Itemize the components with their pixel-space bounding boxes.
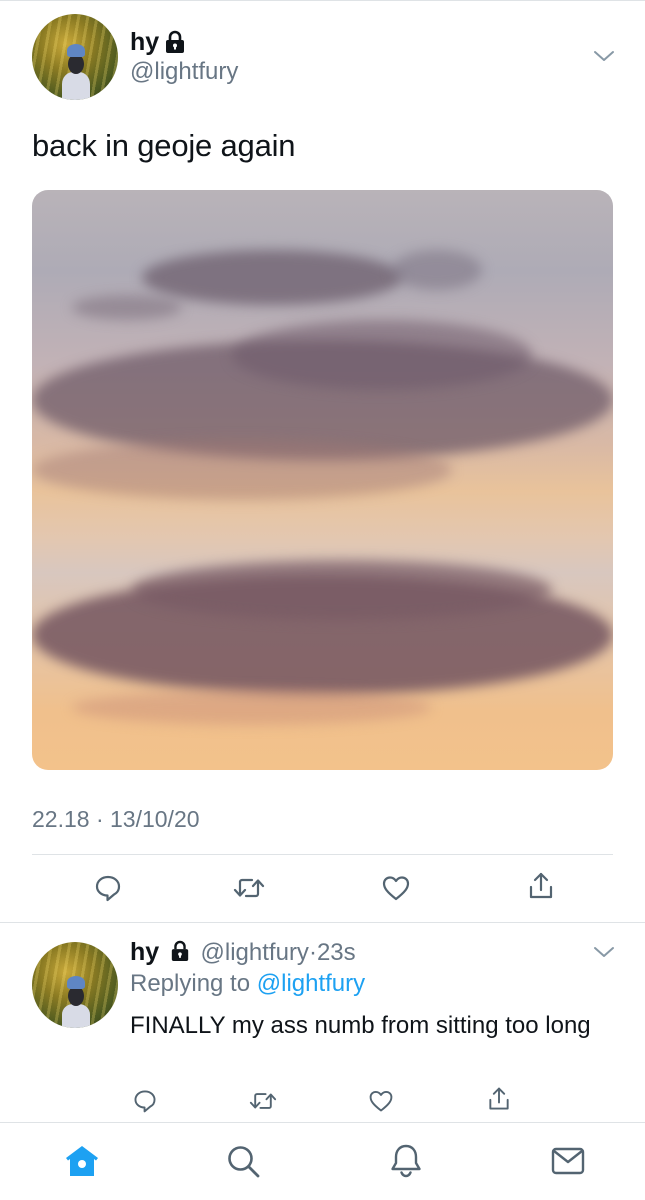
reply-header: hy @lightfury·23s xyxy=(130,938,356,967)
heart-icon xyxy=(382,876,410,901)
reply-text: FINALLY my ass numb from sitting too lon… xyxy=(130,1012,591,1039)
share-button[interactable] xyxy=(482,1082,516,1116)
reply-button[interactable] xyxy=(88,868,128,908)
top-border xyxy=(0,0,645,1)
retweet-icon xyxy=(233,878,265,898)
avatar-figure-hat xyxy=(67,976,85,989)
retweet-button[interactable] xyxy=(246,1084,280,1118)
replying-to-label: Replying to xyxy=(130,970,251,997)
share-icon xyxy=(529,872,553,899)
heart-icon xyxy=(369,1090,393,1112)
retweet-icon xyxy=(249,1093,277,1109)
like-button[interactable] xyxy=(364,1084,398,1118)
tweet-timestamp: 22.18 · 13/10/20 xyxy=(32,806,200,832)
divider xyxy=(32,854,613,855)
like-button[interactable] xyxy=(376,868,416,908)
tweet-text: back in geoje again xyxy=(32,128,296,163)
bell-icon xyxy=(391,1144,421,1178)
tab-home[interactable] xyxy=(62,1141,102,1181)
divider xyxy=(0,922,645,923)
reply-time-separator: · xyxy=(308,939,317,966)
lock-icon xyxy=(166,30,184,53)
avatar[interactable] xyxy=(32,14,118,100)
reply-handle[interactable]: @lightfury xyxy=(201,939,309,966)
chevron-down-icon[interactable] xyxy=(592,944,616,960)
mail-icon xyxy=(551,1147,585,1175)
tab-notifications[interactable] xyxy=(386,1141,426,1181)
search-icon xyxy=(228,1146,260,1178)
display-name[interactable]: hy xyxy=(130,28,159,57)
home-icon xyxy=(66,1146,98,1176)
tweet-photo[interactable] xyxy=(32,190,613,770)
avatar-figure-body xyxy=(62,72,90,100)
reply-time: 23s xyxy=(316,939,356,966)
reply-display-name[interactable]: hy xyxy=(130,938,159,966)
avatar-figure-head xyxy=(68,54,84,74)
lock-icon xyxy=(171,940,189,961)
avatar-figure-head xyxy=(68,986,84,1006)
chevron-down-icon[interactable] xyxy=(592,48,616,64)
tab-search[interactable] xyxy=(223,1141,263,1181)
username-handle[interactable]: @lightfury xyxy=(130,58,238,86)
tab-bar xyxy=(0,1122,645,1200)
comment-icon xyxy=(134,1090,156,1113)
avatar-figure-hat xyxy=(67,44,85,57)
reply-button[interactable] xyxy=(128,1084,162,1118)
reply-avatar[interactable] xyxy=(32,942,118,1028)
tab-messages[interactable] xyxy=(548,1141,588,1181)
share-icon xyxy=(489,1087,509,1110)
avatar-figure-body xyxy=(62,1004,90,1028)
replying-to: Replying to @lightfury xyxy=(130,970,365,998)
replying-to-mention[interactable]: @lightfury xyxy=(257,970,365,997)
comment-icon xyxy=(95,875,121,902)
retweet-button[interactable] xyxy=(229,868,269,908)
share-button[interactable] xyxy=(521,866,561,906)
